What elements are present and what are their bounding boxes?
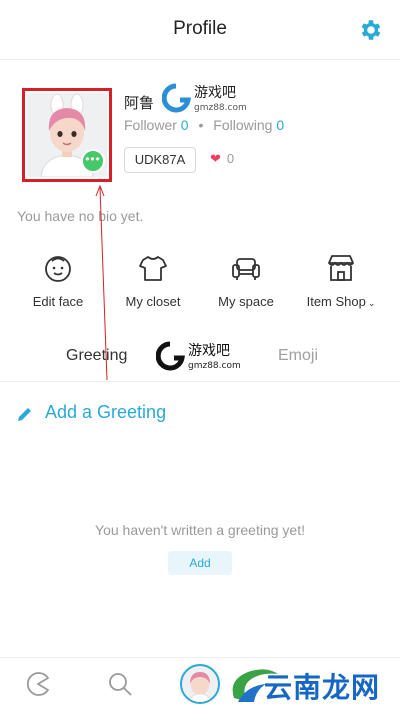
my-space-button[interactable]: My space	[201, 252, 291, 309]
page-title: Profile	[173, 18, 227, 39]
watermark-logo-text: 游戏吧	[194, 85, 236, 101]
watermark-logo-url: gmz88.com	[194, 103, 247, 113]
my-closet-button[interactable]: My closet	[108, 252, 198, 309]
avatar-thumb	[188, 672, 212, 702]
home-icon[interactable]	[24, 670, 52, 698]
tab-greeting[interactable]: Greeting	[66, 347, 127, 365]
shop-icon	[328, 255, 354, 281]
action-label-item-shop: Item Shop ⌄	[306, 294, 376, 309]
likes[interactable]: ❤ 0	[210, 151, 234, 167]
user-code-button[interactable]: UDK87A	[124, 147, 196, 173]
likes-count: 0	[226, 151, 235, 166]
tab-emoji[interactable]: Emoji	[278, 347, 318, 365]
edit-face-button[interactable]: Edit face	[13, 252, 103, 309]
watermark-logo-icon: 游戏吧 gmz88.com	[156, 341, 241, 371]
gear-icon[interactable]	[358, 17, 384, 43]
action-label-edit-face: Edit face	[32, 294, 84, 309]
watermark-logo-icon: 游戏吧 gmz88.com	[162, 83, 247, 113]
sofa-icon	[232, 258, 260, 280]
watermark-logo-url: gmz88.com	[188, 361, 241, 371]
avatar-highlight[interactable]: •••	[22, 88, 112, 182]
avatar-more-badge[interactable]: •••	[81, 149, 105, 173]
chevron-down-icon: ⌄	[367, 298, 376, 308]
username: 阿鲁	[124, 95, 155, 112]
divider	[0, 381, 400, 382]
shirt-icon	[139, 256, 167, 281]
item-shop-button[interactable]: Item Shop ⌄	[296, 252, 386, 309]
following-count[interactable]: 0	[276, 117, 284, 133]
action-label-my-space: My space	[218, 294, 274, 309]
bio-text: You have no bio yet.	[17, 208, 144, 224]
watermark-logo-text: 游戏吧	[188, 343, 230, 359]
face-icon	[45, 256, 71, 282]
add-greeting-label: Add a Greeting	[45, 402, 167, 422]
follow-stats: Follower 0 • Following 0	[124, 117, 284, 133]
follower-count[interactable]: 0	[181, 117, 189, 133]
pencil-icon	[18, 408, 31, 421]
add-button[interactable]: Add	[168, 551, 232, 575]
empty-greeting-message: You haven't written a greeting yet!	[95, 522, 305, 538]
following-label[interactable]: Following	[213, 117, 272, 133]
action-label-my-closet: My closet	[125, 294, 181, 309]
follower-label[interactable]: Follower	[124, 117, 177, 133]
heart-icon: ❤	[210, 151, 221, 166]
header-bar: Profile	[0, 0, 400, 60]
watermark-corner: 云南龙网	[226, 658, 400, 711]
watermark-corner-text: 云南龙网	[264, 671, 381, 704]
search-icon[interactable]	[106, 670, 134, 698]
profile-avatar[interactable]	[180, 664, 220, 704]
separator-dot: •	[198, 117, 204, 133]
